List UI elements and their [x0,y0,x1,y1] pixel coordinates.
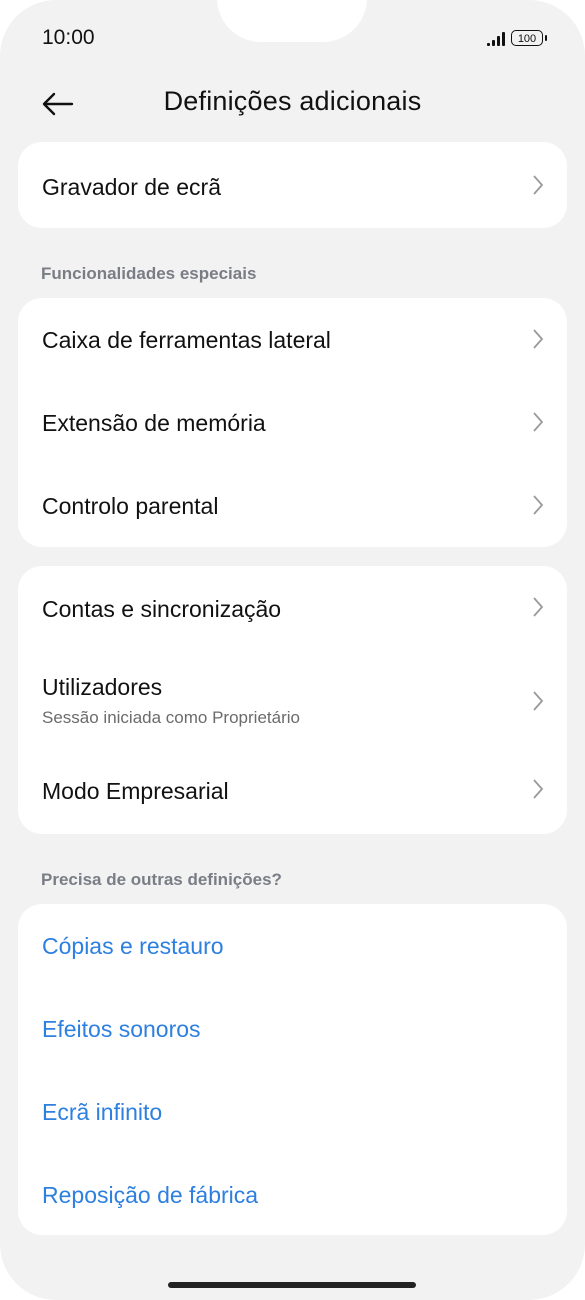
card-special-features: Caixa de ferramentas lateral Extensão de… [18,298,567,547]
status-icons: 100 [487,28,547,48]
card-other-settings: Cópias e restauro Efeitos sonoros Ecrã i… [18,904,567,1235]
status-time: 10:00 [42,26,95,49]
section-title-more-settings: Precisa de outras definições? [41,870,282,889]
list-item-label: Contas e sincronização [42,596,282,622]
link-factory-reset[interactable]: Reposição de fábrica [42,1182,258,1209]
list-item-accounts-sync[interactable]: Contas e sincronização [18,566,567,650]
list-item-label: Gravador de ecrã [42,174,221,200]
chevron-right-icon [533,779,544,799]
list-item-enterprise-mode[interactable]: Modo Empresarial [18,750,567,834]
home-indicator[interactable] [168,1282,416,1288]
chevron-right-icon [533,691,544,711]
list-item-screen-recorder[interactable]: Gravador de ecrã [18,142,567,228]
list-item-side-toolbox[interactable]: Caixa de ferramentas lateral [18,298,567,381]
list-item-label: Controlo parental [42,493,219,519]
link-backup-restore[interactable]: Cópias e restauro [42,933,224,960]
list-item-label: Modo Empresarial [42,778,229,804]
list-item-memory-extension[interactable]: Extensão de memória [18,381,567,464]
phone-screen: 10:00 100 Definições adicionais Gravador… [0,0,585,1300]
list-item-sublabel: Sessão iniciada como Proprietário [42,708,300,727]
page-title: Definições adicionais [163,86,422,116]
signal-icon [487,30,505,46]
battery-icon: 100 [511,30,547,46]
chevron-right-icon [533,495,544,515]
chevron-right-icon [533,175,544,195]
card-screen-recorder: Gravador de ecrã [18,142,567,228]
chevron-right-icon [533,597,544,617]
list-item-label: Utilizadores [42,674,163,700]
chevron-right-icon [533,412,544,432]
list-item-users[interactable]: Utilizadores Sessão iniciada como Propri… [18,650,567,750]
card-accounts-users: Contas e sincronização Utilizadores Sess… [18,566,567,834]
list-item-label: Extensão de memória [42,410,266,436]
list-item-parental-control[interactable]: Controlo parental [18,464,567,547]
section-title-special: Funcionalidades especiais [41,264,257,283]
link-sound-effects[interactable]: Efeitos sonoros [42,1016,201,1043]
chevron-right-icon [533,329,544,349]
link-infinite-screen[interactable]: Ecrã infinito [42,1099,162,1126]
app-header: Definições adicionais [0,72,585,136]
camera-notch [217,0,367,42]
list-item-label: Caixa de ferramentas lateral [42,327,331,353]
